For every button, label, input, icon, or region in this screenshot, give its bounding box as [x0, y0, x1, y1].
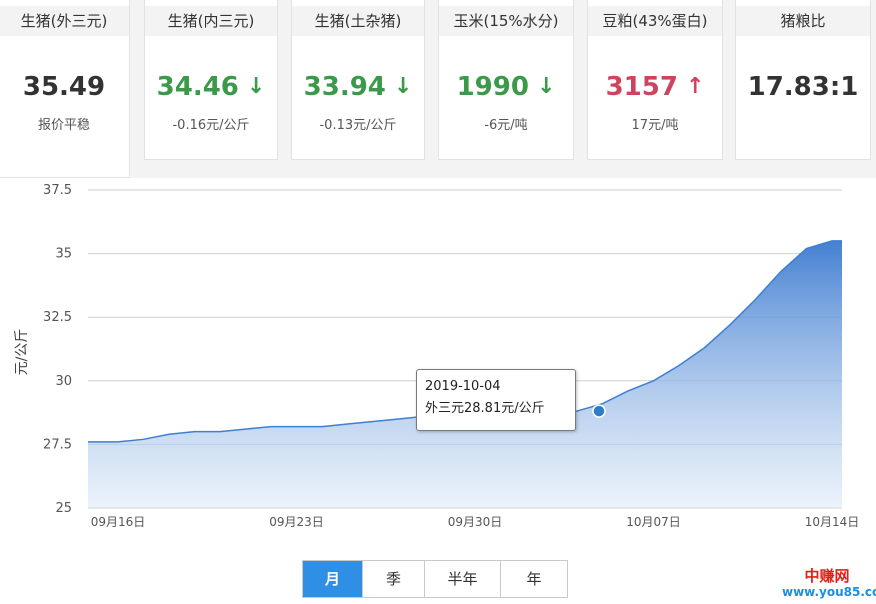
arrow-down-icon: ↓ [393, 74, 413, 99]
price-trend-chart[interactable]: 25 27.5 30 32.5 35 37.5 09月16日 09月23日 09月30日 10月0… [0, 178, 876, 548]
card-pig-inner-three[interactable]: 生猪(内三元) 34.46 ↓ -0.16元/公斤 [144, 0, 278, 160]
card-value: 17.83:1 [747, 72, 859, 102]
card-title: 玉米(15%水分) [439, 6, 573, 36]
card-soybean-meal[interactable]: 豆粕(43%蛋白) 3157 ↑ 17元/吨 [587, 0, 723, 160]
card-change: 17元/吨 [631, 118, 679, 133]
range-toggle: 月 季 半年 年 [302, 560, 568, 598]
card-title: 猪粮比 [736, 6, 870, 36]
y-axis-label: 元/公斤 [14, 329, 30, 376]
site-watermark: 中赚网 www.you85.com [782, 567, 876, 600]
x-tick-label: 10月14日 [805, 515, 860, 529]
card-title: 豆粕(43%蛋白) [588, 6, 722, 36]
card-change: -6元/吨 [484, 118, 528, 133]
card-title: 生猪(外三元) [0, 6, 129, 36]
range-button-half-year[interactable]: 半年 [425, 561, 501, 597]
y-tick-label: 32.5 [43, 310, 72, 325]
card-value: 3157 ↑ [605, 72, 705, 102]
card-title: 生猪(内三元) [145, 6, 277, 36]
range-button-quarter[interactable]: 季 [363, 561, 425, 597]
range-button-year[interactable]: 年 [501, 561, 567, 597]
arrow-down-icon: ↓ [536, 74, 556, 99]
x-tick-label: 09月23日 [269, 515, 324, 529]
y-tick-label: 30 [55, 374, 72, 389]
card-pig-grain-ratio[interactable]: 猪粮比 17.83:1 [735, 0, 871, 160]
card-change: -0.13元/公斤 [319, 118, 397, 133]
card-value: 34.46 ↓ [156, 72, 266, 102]
card-change: 报价平稳 [37, 118, 90, 133]
tooltip-date: 2019-10-04 [425, 379, 501, 394]
card-value: 33.94 ↓ [303, 72, 413, 102]
x-tick-label: 09月16日 [91, 515, 146, 529]
highlight-point[interactable] [592, 404, 606, 418]
card-title: 生猪(土杂猪) [292, 6, 424, 36]
arrow-down-icon: ↓ [246, 74, 266, 99]
y-tick-label: 37.5 [43, 183, 72, 198]
card-value: 35.49 [22, 72, 106, 102]
card-change: -0.16元/公斤 [172, 118, 250, 133]
chart-tooltip: 2019-10-04 外三元28.81元/公斤 [416, 369, 576, 431]
card-value: 1990 ↓ [456, 72, 556, 102]
card-pig-local-mixed[interactable]: 生猪(土杂猪) 33.94 ↓ -0.13元/公斤 [291, 0, 425, 160]
x-tick-label: 10月07日 [626, 515, 681, 529]
card-pig-outer-three[interactable]: 生猪(外三元) 35.49 报价平稳 [0, 0, 130, 178]
watermark-url: www.you85.com [782, 585, 876, 599]
range-button-month[interactable]: 月 [303, 561, 363, 597]
card-corn[interactable]: 玉米(15%水分) 1990 ↓ -6元/吨 [438, 0, 574, 160]
x-tick-label: 09月30日 [448, 515, 503, 529]
tooltip-value: 外三元28.81元/公斤 [425, 401, 545, 416]
y-tick-label: 27.5 [43, 437, 72, 452]
y-tick-label: 25 [55, 501, 72, 516]
price-trend-svg[interactable]: 25 27.5 30 32.5 35 37.5 09月16日 09月23日 09月30日 10月0… [0, 178, 876, 548]
arrow-up-icon: ↑ [685, 74, 705, 99]
watermark-logo-text: 中赚网 [804, 567, 850, 585]
y-tick-label: 35 [55, 247, 72, 262]
